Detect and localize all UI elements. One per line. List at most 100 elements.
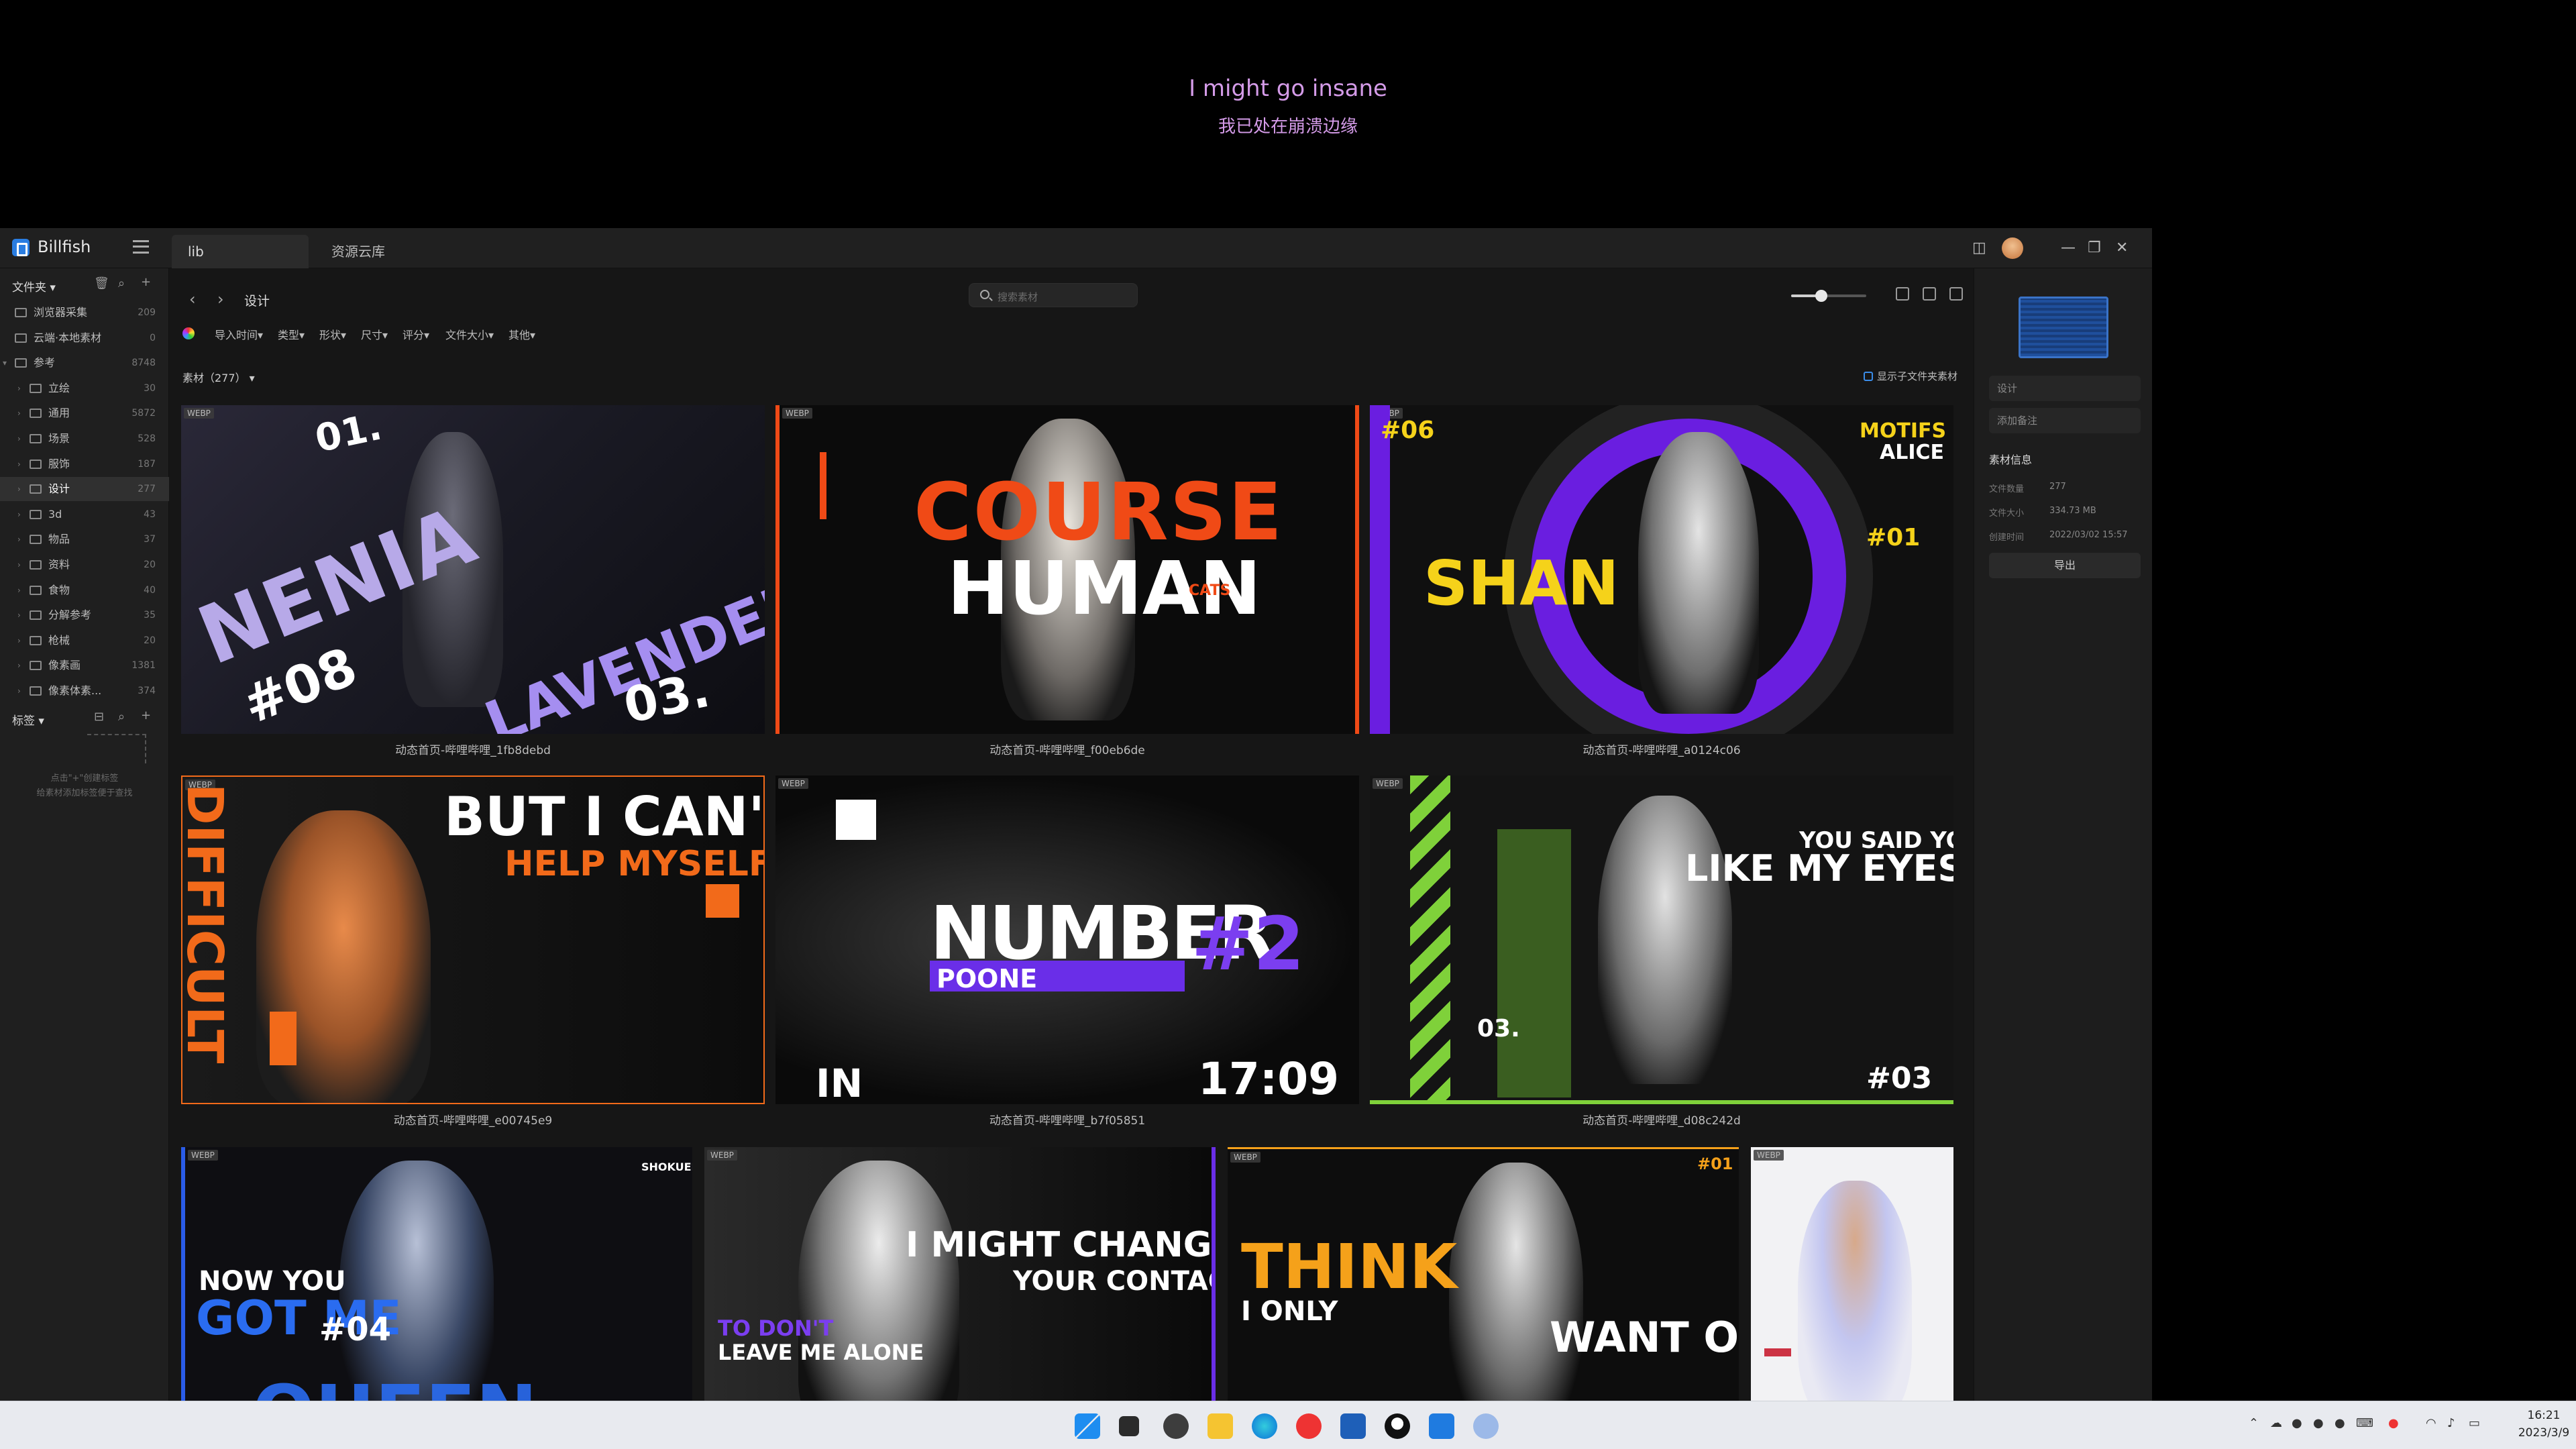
sidebar-item[interactable]: › 3d 43 [0,502,169,527]
tray-app-icon[interactable]: ● [2334,1416,2345,1430]
app-icon-2[interactable] [1473,1413,1499,1439]
clock[interactable]: 16:21 2023/3/9 [2517,1407,2571,1442]
volume-icon[interactable]: ♪ [2447,1416,2455,1430]
avatar[interactable] [2002,237,2023,259]
tray-qq-icon[interactable]: ● [2292,1416,2302,1430]
note-field[interactable]: 添加备注 [1989,408,2141,433]
gallery-card[interactable]: WEBP NUMBER POONE #2 17:09 IN [775,775,1359,1104]
sort-icon[interactable] [1896,287,1909,301]
chevron-right-icon[interactable]: › [17,653,21,678]
chevron-right-icon[interactable]: › [17,502,21,527]
edge-icon[interactable] [1252,1413,1277,1439]
preview-icon[interactable] [1923,287,1936,301]
chevron-right-icon[interactable]: › [17,679,21,703]
filter-shape[interactable]: 形状▾ [319,326,346,342]
add-tag-icon[interactable]: + [141,708,151,722]
sidebar-item[interactable]: › 立绘 30 [0,376,169,400]
gallery-card[interactable]: WEBP [1751,1147,1953,1401]
folder-header[interactable]: 文件夹 ▾ [12,278,56,294]
folder-name-field[interactable]: 设计 [1989,376,2141,401]
color-filter-icon[interactable] [182,327,195,339]
qq-icon[interactable] [1385,1413,1410,1439]
sidebar-item[interactable]: › 像素画 1381 [0,653,169,678]
app-icon[interactable] [1163,1413,1189,1439]
gallery-card[interactable]: WEBP NENIA LAVENDER #08 01. 03. [181,405,765,734]
back-icon[interactable]: ‹ [189,290,196,309]
chevron-down-icon[interactable]: ▾ [3,351,7,375]
tray-keyboard-icon[interactable]: ⌨ [2356,1416,2373,1430]
tag-header[interactable]: 标签 ▾ [12,711,44,728]
chevron-right-icon[interactable]: › [17,452,21,476]
task-view-icon[interactable] [1119,1416,1139,1436]
sidebar-item[interactable]: › 通用 5872 [0,401,169,425]
battery-icon[interactable]: ▭ [2469,1416,2480,1430]
filter-other[interactable]: 其他▾ [508,326,535,342]
store-icon[interactable] [1340,1413,1366,1439]
gallery-card[interactable]: WEBP NOW YOU GOT ME #04 QUEEN SHOKUEN [181,1147,692,1401]
material-count[interactable]: 素材（277） ▾ [182,369,255,385]
filter-size[interactable]: 尺寸▾ [361,326,388,342]
tag-manage-icon[interactable]: ⊟ [94,710,104,724]
chevron-right-icon[interactable]: › [17,603,21,627]
gallery-card[interactable]: WEBP DIFFICULT BUT I CAN'T HELP MYSELF [181,775,765,1104]
tab-resource-cloud[interactable]: 资源云库 [315,235,449,268]
chevron-right-icon[interactable]: › [17,578,21,602]
show-subfolder-checkbox[interactable]: 显示子文件夹素材 [1864,369,1957,383]
chevron-right-icon[interactable]: › [17,401,21,425]
trash-icon[interactable]: 🗑 [94,276,109,290]
sidebar-item[interactable]: › 物品 37 [0,527,169,551]
billfish-taskbar-icon[interactable] [1429,1413,1454,1439]
grid-view-icon[interactable] [1949,287,1963,301]
sidebar-item[interactable]: ▾ 参考 8748 [0,351,169,375]
panel-toggle-icon[interactable]: ◫ [1972,239,1986,258]
gallery-card[interactable]: WEBP SHAN MOTIFS ALICE #06 #01 [1370,405,1953,734]
sidebar-item[interactable]: › 场景 528 [0,427,169,451]
chevron-right-icon[interactable]: › [17,427,21,451]
menu-icon[interactable] [133,240,149,254]
sidebar-item-count: 5872 [131,408,156,419]
chevron-right-icon[interactable]: › [17,629,21,653]
add-folder-icon[interactable]: + [141,275,151,289]
file-explorer-icon[interactable] [1208,1413,1233,1439]
tag-search-icon[interactable]: ⌕ [118,710,125,724]
tray-qq-icon-2[interactable]: ● [2313,1416,2324,1430]
gallery-card[interactable]: WEBP COURSE HUMAN CATS [775,405,1359,734]
sidebar-item[interactable]: 浏览器采集 209 [0,301,169,325]
breadcrumb[interactable]: 设计 [244,291,270,309]
minimize-icon[interactable]: — [2061,239,2076,258]
netease-music-icon[interactable] [1296,1413,1322,1439]
tray-netease-icon[interactable]: ● [2388,1416,2399,1430]
filter-rating[interactable]: 评分▾ [402,326,429,342]
sidebar-item[interactable]: › 服饰 187 [0,452,169,476]
chevron-right-icon[interactable]: › [17,527,21,551]
sidebar-item[interactable]: › 枪械 20 [0,629,169,653]
zoom-slider[interactable] [1791,290,1866,302]
gallery-card[interactable]: WEBP THINK I ONLY WANT ONE #01 [1228,1147,1739,1401]
tray-chevron-icon[interactable]: ⌃ [2249,1416,2259,1430]
filter-type[interactable]: 类型▾ [278,326,305,342]
tab-lib[interactable]: lib [172,235,309,268]
search-input[interactable]: 搜索素材 [969,283,1138,307]
forward-icon[interactable]: › [217,290,224,309]
gallery-card[interactable]: WEBP I MIGHT CHANGE YOUR CONTACT TO DON'… [704,1147,1216,1401]
maximize-icon[interactable]: ❐ [2088,239,2101,258]
chevron-right-icon[interactable]: › [17,477,21,501]
sidebar-item[interactable]: › 分解参考 35 [0,603,169,627]
chevron-right-icon[interactable]: › [17,553,21,577]
sidebar-item[interactable]: 云端·本地素材 0 [0,326,169,350]
zoom-slider-knob[interactable] [1815,290,1827,302]
gallery-card[interactable]: WEBP YOU SAID YOU LIKE MY EYES #03 03. [1370,775,1953,1104]
filter-file-size[interactable]: 文件大小▾ [445,326,494,342]
sidebar-item[interactable]: › 设计 277 [0,477,169,502]
export-button[interactable]: 导出 [1989,553,2141,578]
start-icon[interactable] [1075,1413,1100,1439]
wifi-icon[interactable]: ◠ [2426,1416,2436,1430]
sidebar-item[interactable]: › 像素体素... 374 [0,679,169,703]
sidebar-item[interactable]: › 食物 40 [0,578,169,602]
chevron-right-icon[interactable]: › [17,376,21,400]
search-icon[interactable]: ⌕ [118,276,125,290]
filter-import-time[interactable]: 导入时间▾ [215,326,263,342]
sidebar-item[interactable]: › 资料 20 [0,553,169,577]
tray-cloud-icon[interactable]: ☁ [2270,1416,2282,1430]
close-icon[interactable]: ✕ [2116,239,2128,258]
